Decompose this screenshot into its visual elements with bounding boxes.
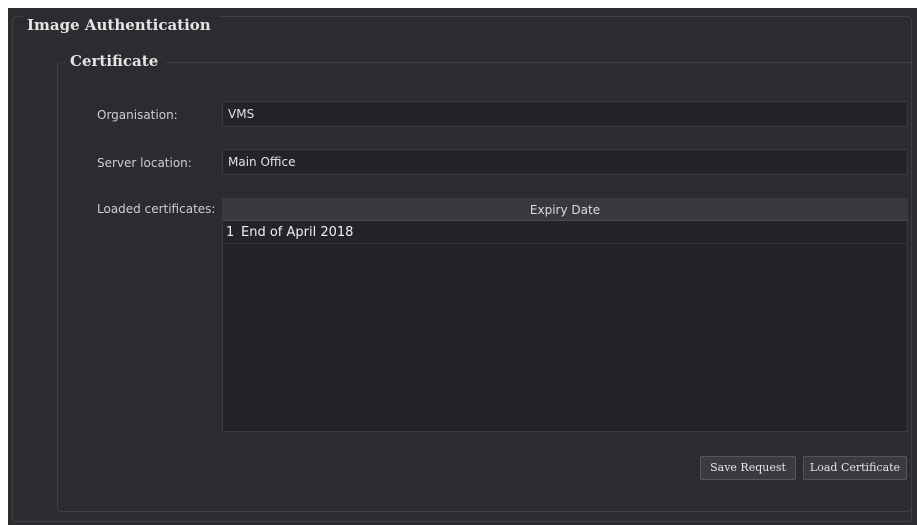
server-location-field[interactable]: Main Office: [222, 149, 908, 175]
image-authentication-title: Image Authentication: [23, 15, 219, 35]
server-location-label: Server location:: [97, 156, 192, 170]
organisation-label: Organisation:: [97, 108, 178, 122]
expiry-date-cell: End of April 2018: [241, 225, 354, 240]
column-header-expiry-date[interactable]: Expiry Date: [223, 199, 907, 221]
load-certificate-button[interactable]: Load Certificate: [803, 456, 907, 480]
certificate-title: Certificate: [66, 51, 167, 71]
table-row[interactable]: 1 End of April 2018: [223, 222, 907, 244]
save-request-button[interactable]: Save Request: [700, 456, 796, 480]
row-number: 1: [226, 225, 235, 240]
certificates-table[interactable]: Expiry Date 1 End of April 2018: [222, 198, 908, 432]
organisation-field[interactable]: VMS: [222, 101, 908, 127]
loaded-certificates-label: Loaded certificates:: [97, 202, 216, 216]
